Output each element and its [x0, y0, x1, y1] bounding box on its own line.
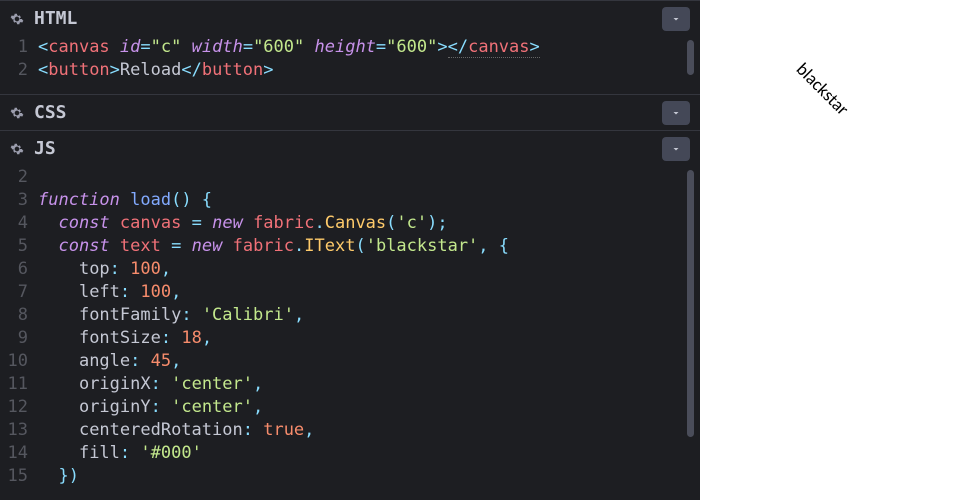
preview-pane: blackstar [700, 0, 978, 500]
preview-text[interactable]: blackstar [792, 58, 854, 120]
js-gutter: 23456789101112131415 [0, 166, 38, 500]
gear-icon[interactable] [10, 106, 24, 120]
html-code[interactable]: <canvas id="c" width="600" height="600">… [38, 36, 700, 94]
gear-icon[interactable] [10, 142, 24, 156]
html-panel-title: HTML [34, 8, 662, 29]
js-panel-header: JS [0, 130, 700, 166]
css-panel-header: CSS [0, 94, 700, 130]
js-panel-title: JS [34, 138, 662, 159]
editor-column: HTML 1 2 <canvas id="c" width="600" heig… [0, 0, 700, 500]
scrollbar[interactable] [687, 40, 694, 75]
html-code-area[interactable]: 1 2 <canvas id="c" width="600" height="6… [0, 36, 700, 94]
gear-icon[interactable] [10, 12, 24, 26]
chevron-down-icon[interactable] [662, 137, 690, 161]
chevron-down-icon[interactable] [662, 101, 690, 125]
chevron-down-icon[interactable] [662, 7, 690, 31]
html-gutter: 1 2 [0, 36, 38, 94]
css-panel-title: CSS [34, 102, 662, 123]
js-code[interactable]: function load() { const canvas = new fab… [38, 166, 700, 500]
html-panel-header: HTML [0, 0, 700, 36]
js-code-area[interactable]: 23456789101112131415 function load() { c… [0, 166, 700, 500]
scrollbar[interactable] [687, 170, 694, 437]
